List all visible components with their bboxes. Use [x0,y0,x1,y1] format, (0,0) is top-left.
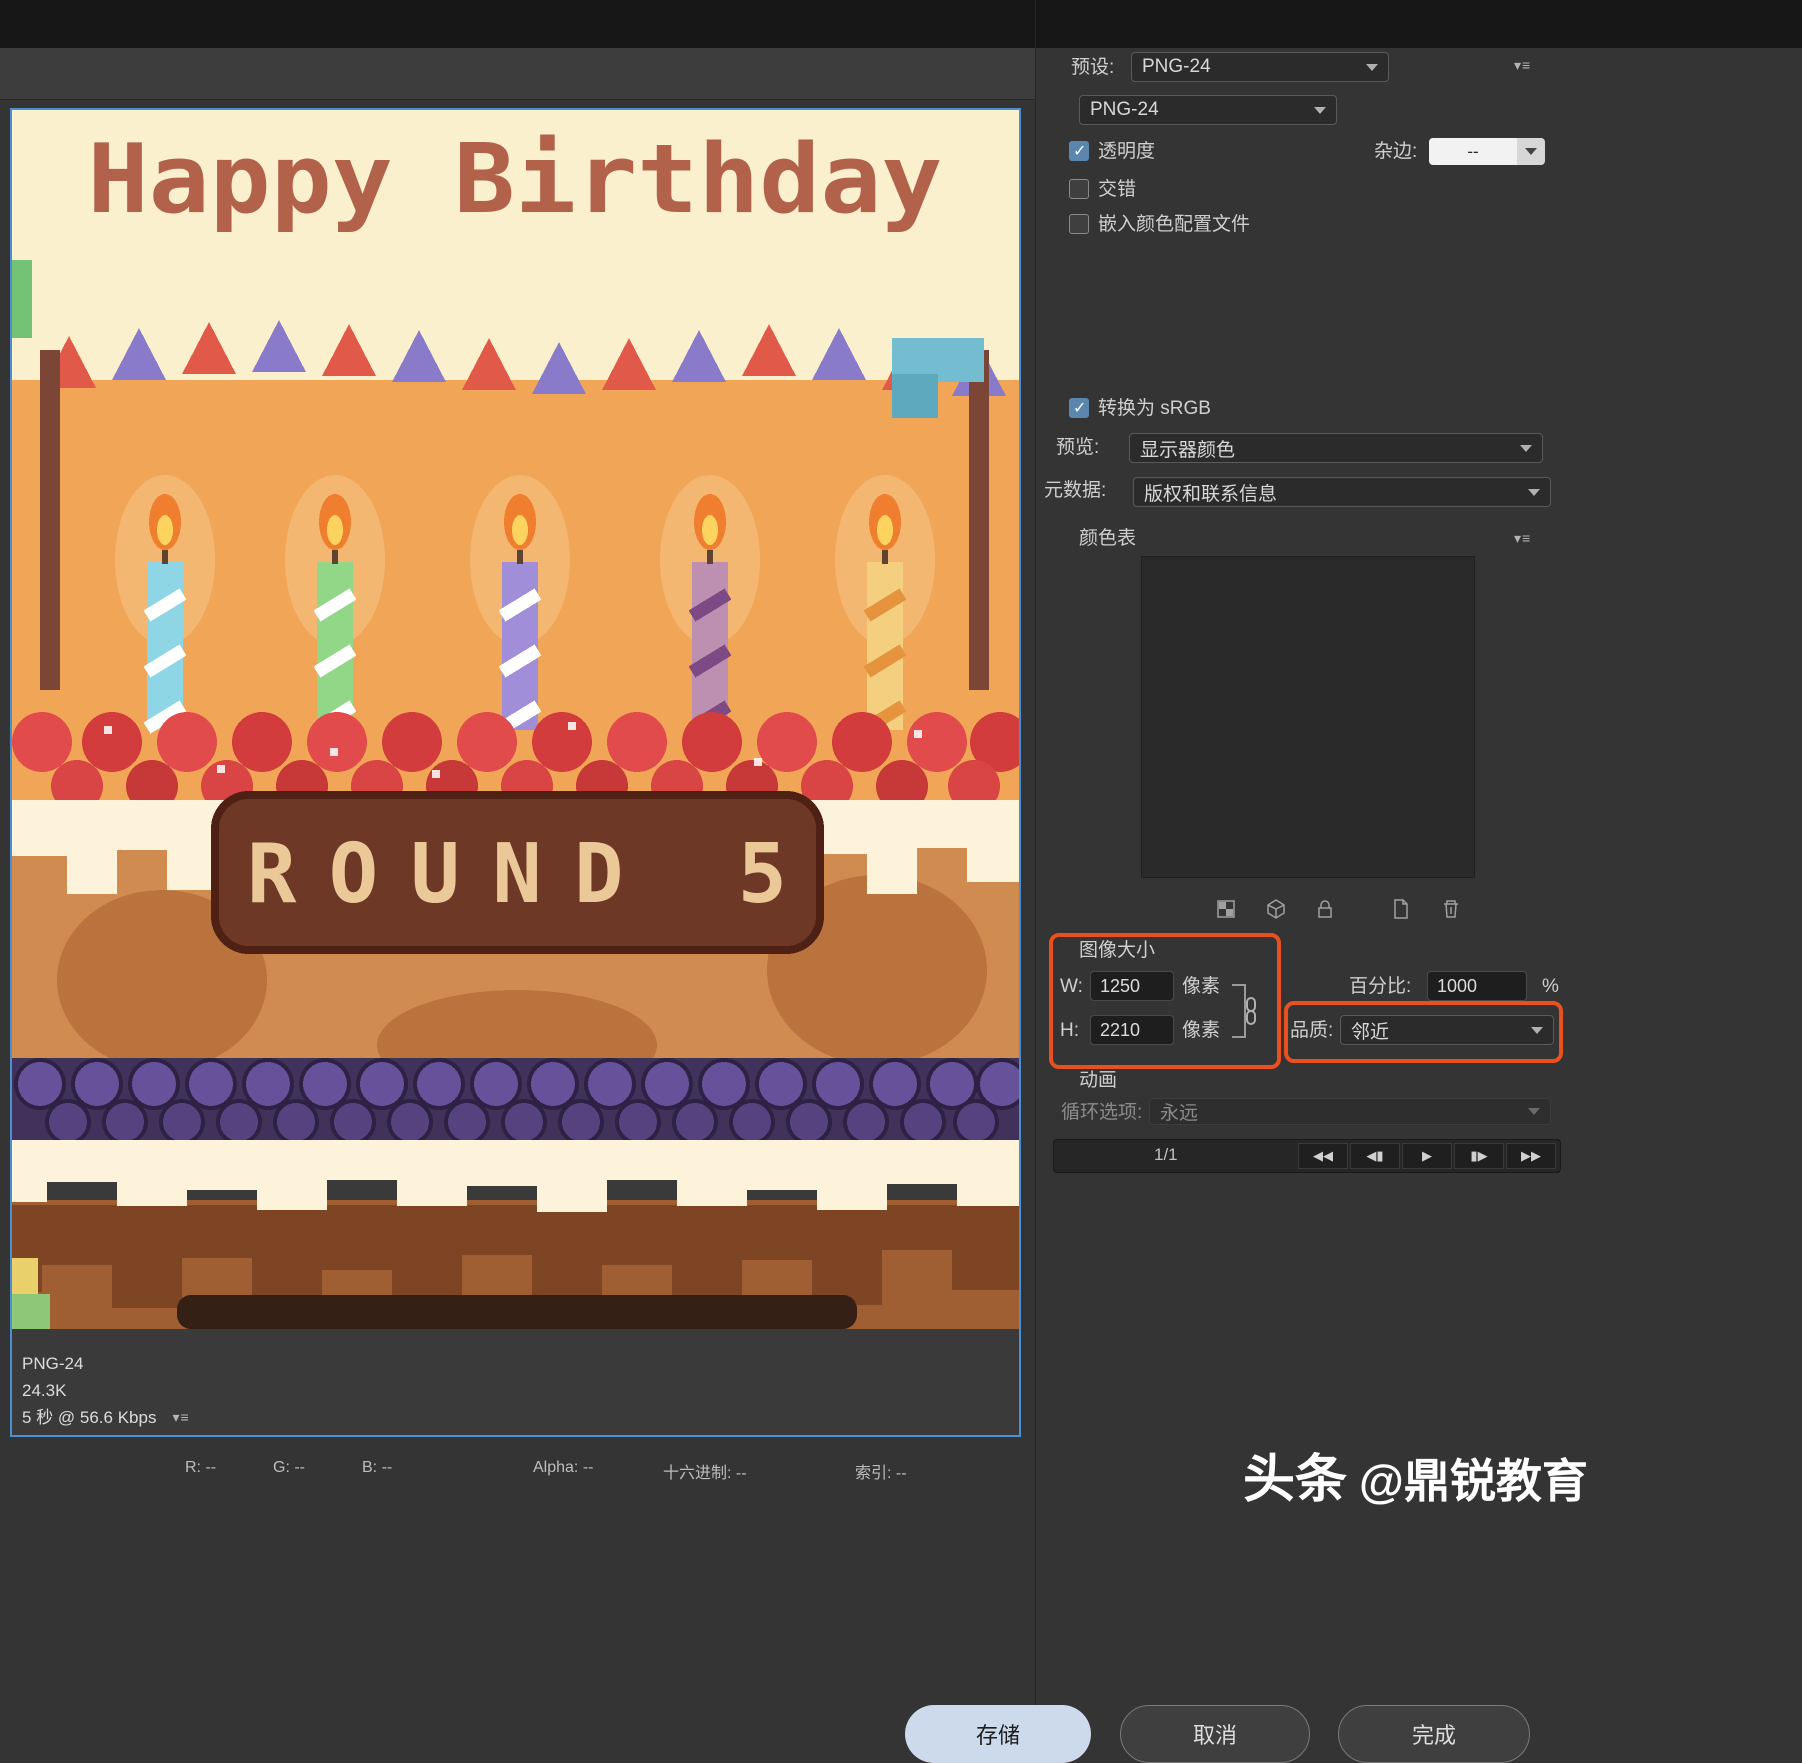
preset-label: 预设: [1071,55,1114,81]
metadata-label: 元数据: [1044,478,1106,504]
new-color-icon[interactable] [1389,897,1413,921]
watermark: 头条 @鼎锐教育 [1243,1437,1588,1512]
status-hex: 十六进制: -- [663,1459,747,1483]
next-frame-button[interactable]: ▮▶ [1454,1143,1504,1169]
percent-input[interactable]: 1000 [1427,971,1527,1001]
lock-color-icon[interactable] [1313,897,1337,921]
happy-birthday-text: Happy Birthday [88,125,943,235]
status-g: G: -- [273,1459,305,1477]
preview-mode-value: 显示器颜色 [1140,435,1235,462]
convert-srgb-label: 转换为 sRGB [1098,396,1211,422]
color-table-menu-icon[interactable]: ▾≡ [1514,530,1531,547]
download-speed-menu-icon[interactable]: ▾≡ [172,1404,189,1431]
matte-value: -- [1467,142,1478,162]
height-input[interactable]: 2210 [1090,1015,1174,1045]
color-table [1141,556,1475,878]
percent-value: 1000 [1437,976,1477,997]
loop-value: 永远 [1160,1098,1198,1125]
matte-dropdown[interactable]: -- [1429,138,1517,165]
quality-dropdown[interactable]: 邻近 [1340,1015,1554,1045]
preview-mode-label: 预览: [1056,435,1099,461]
chevron-down-icon [1528,489,1540,496]
status-b: B: -- [362,1459,392,1477]
link-chain-icon[interactable] [1242,996,1260,1031]
matte-chevron-icon[interactable] [1517,138,1545,165]
quality-label: 品质: [1290,1018,1333,1044]
percent-label: 百分比: [1349,974,1411,1000]
chevron-down-icon [1520,445,1532,452]
delete-color-icon[interactable] [1439,897,1463,921]
height-value: 2210 [1100,1020,1140,1041]
save-button[interactable]: 存储 [905,1705,1091,1763]
preview-filesize: 24.3K [22,1377,190,1404]
quality-value: 邻近 [1351,1017,1389,1044]
width-label: W: [1060,974,1083,1000]
image-size-title: 图像大小 [1079,938,1155,964]
status-r: R: -- [185,1459,216,1477]
done-button[interactable]: 完成 [1338,1705,1530,1763]
chevron-down-icon [1531,1027,1543,1034]
play-button[interactable]: ▶ [1402,1143,1452,1169]
width-unit: 像素 [1182,974,1220,1000]
preset-value: PNG-24 [1142,56,1211,78]
animation-title: 动画 [1079,1068,1117,1094]
format-dropdown[interactable]: PNG-24 [1079,95,1337,125]
metadata-dropdown[interactable]: 版权和联系信息 [1133,477,1551,507]
chevron-down-icon [1314,107,1326,114]
preview-mode-dropdown[interactable]: 显示器颜色 [1129,433,1543,463]
watermark-handle: @鼎锐教育 [1359,1445,1588,1511]
preview-image[interactable]: Happy Birthday [12,110,1019,1329]
color-table-label: 颜色表 [1079,526,1136,552]
watermark-brand: 头条 [1243,1437,1347,1512]
status-index: 索引: -- [855,1459,907,1483]
first-frame-button[interactable]: ◀◀ [1298,1143,1348,1169]
preview-format: PNG-24 [22,1350,190,1377]
interlace-checkbox[interactable] [1069,179,1089,199]
previous-frame-button[interactable]: ◀▮ [1350,1143,1400,1169]
cancel-button[interactable]: 取消 [1120,1705,1310,1763]
transparency-checkbox[interactable] [1069,141,1089,161]
preview-pane: Happy Birthday [10,108,1021,1437]
embed-profile-label: 嵌入颜色配置文件 [1098,212,1250,238]
interlace-label: 交错 [1098,177,1136,203]
preview-info: PNG-24 24.3K 5 秒 @ 56.6 Kbps ▾≡ [22,1350,190,1431]
width-value: 1250 [1100,976,1140,997]
matte-label: 杂边: [1374,139,1417,165]
loop-label: 循环选项: [1061,1100,1142,1126]
chevron-down-icon [1528,1108,1540,1115]
last-frame-button[interactable]: ▶▶ [1506,1143,1556,1169]
dither-grid-icon[interactable] [1214,897,1238,921]
height-unit: 像素 [1182,1018,1220,1044]
web-shift-cube-icon[interactable] [1264,897,1288,921]
animation-playback-bar: 1/1 ◀◀ ◀▮ ▶ ▮▶ ▶▶ [1053,1139,1561,1173]
preview-tab-strip [0,48,1035,100]
height-label: H: [1060,1018,1079,1044]
convert-srgb-checkbox[interactable] [1069,398,1089,418]
preset-dropdown[interactable]: PNG-24 [1131,52,1389,82]
status-alpha: Alpha: -- [533,1459,593,1477]
metadata-value: 版权和联系信息 [1144,479,1277,506]
width-input[interactable]: 1250 [1090,971,1174,1001]
percent-unit: % [1542,974,1559,1000]
loop-dropdown[interactable]: 永远 [1149,1098,1551,1125]
frame-indicator: 1/1 [1154,1145,1178,1165]
format-value: PNG-24 [1090,99,1159,121]
preview-download-time: 5 秒 @ 56.6 Kbps [22,1404,156,1431]
preset-panel-menu-icon[interactable]: ▾≡ [1514,57,1531,74]
chevron-down-icon [1366,64,1378,71]
transparency-label: 透明度 [1098,139,1155,165]
embed-profile-checkbox[interactable] [1069,214,1089,234]
